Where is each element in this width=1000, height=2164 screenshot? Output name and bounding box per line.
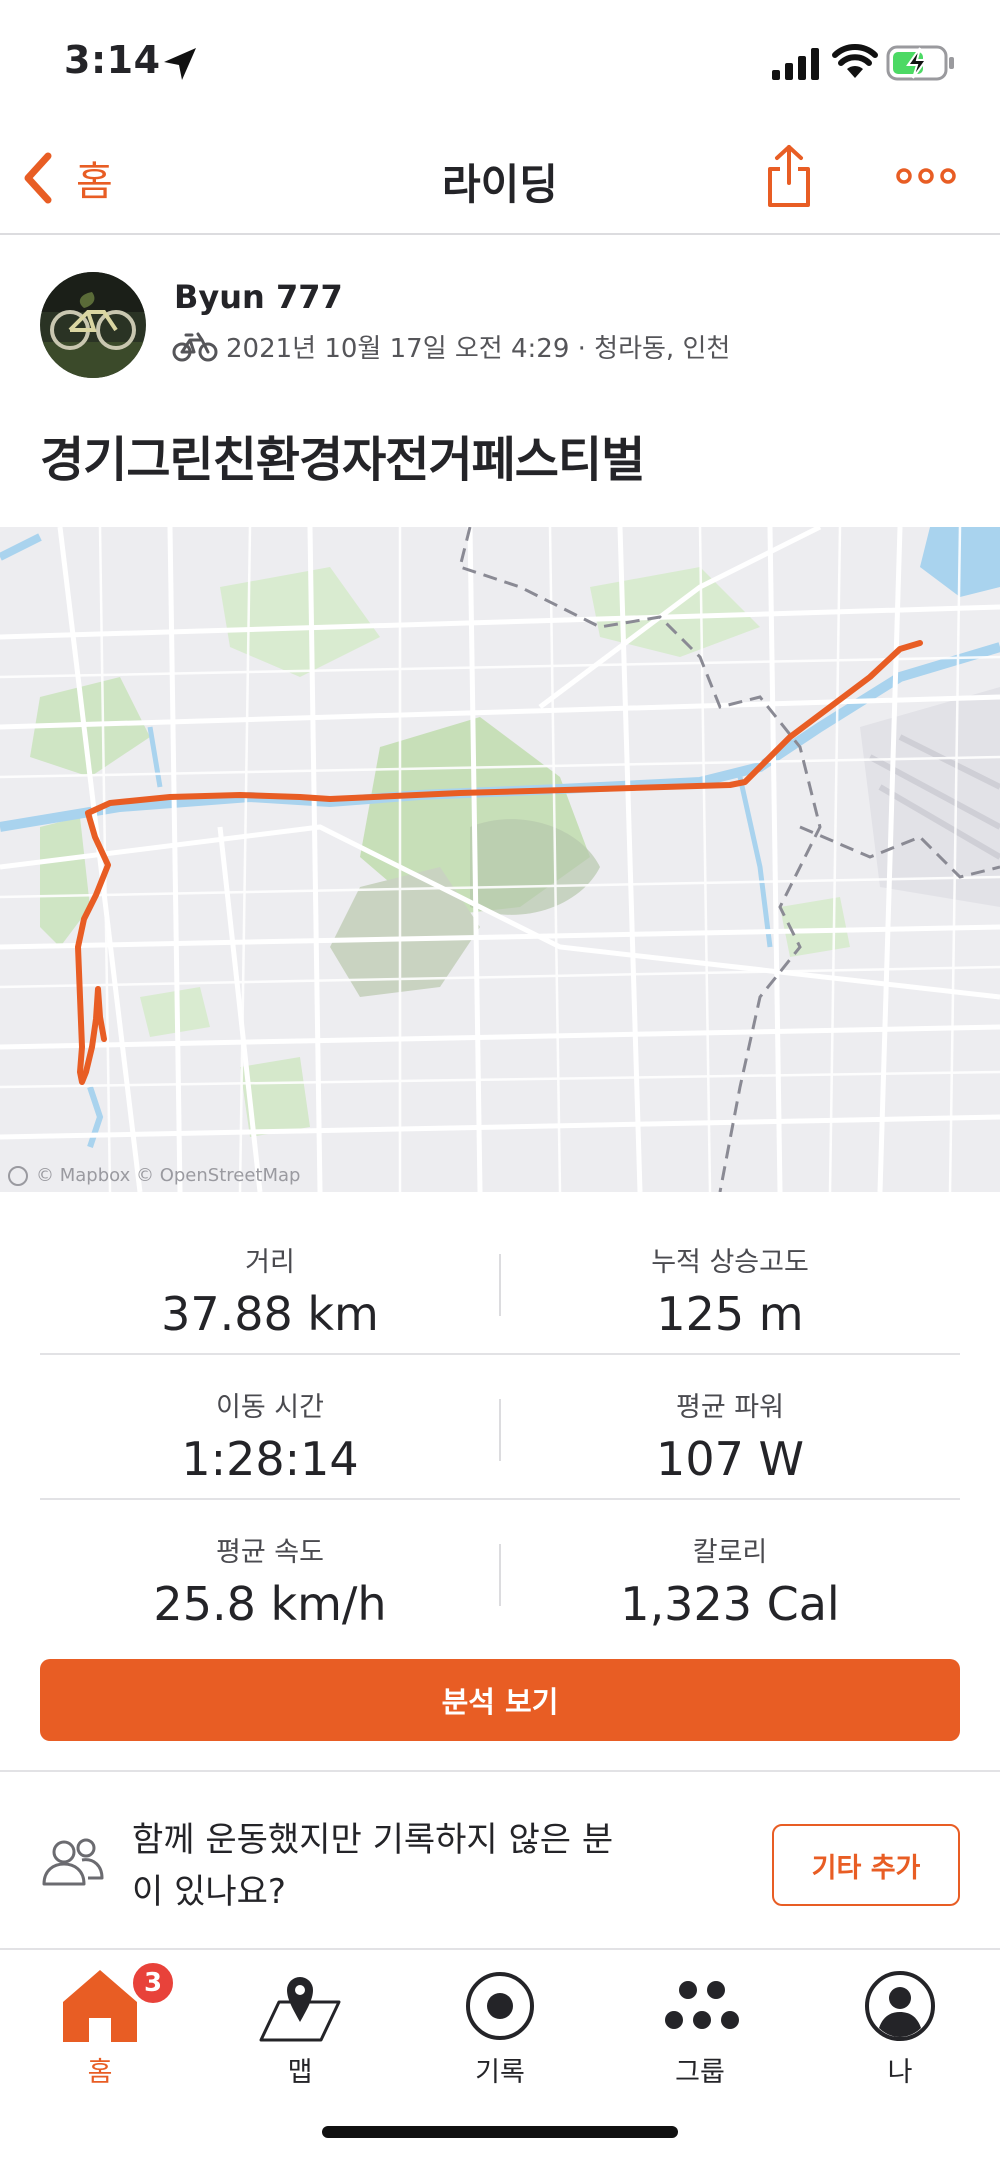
stat-value: 125 m	[656, 1287, 804, 1341]
home-indicator[interactable]	[322, 2126, 678, 2138]
group-icon	[665, 1981, 739, 2029]
record-icon	[466, 1972, 534, 2040]
athlete-name[interactable]: Byun 777	[174, 278, 343, 316]
info-icon[interactable]	[8, 1165, 28, 1186]
stat-row: 거리 37.88 km 누적 상승고도 125 m	[40, 1210, 960, 1355]
stat-calories: 칼로리 1,323 Cal	[500, 1500, 960, 1645]
tab-label: 기록	[475, 2057, 525, 2088]
route-map[interactable]: © Mapbox © OpenStreetMap	[0, 527, 1000, 1192]
bicycle-icon	[172, 332, 218, 362]
view-analysis-button[interactable]: 분석 보기	[40, 1659, 960, 1741]
avatar[interactable]	[40, 272, 146, 378]
stat-label: 누적 상승고도	[651, 1247, 809, 1278]
tab-groups[interactable]: 그룹	[600, 1958, 800, 2098]
activity-meta: 2021년 10월 17일 오전 4:29 · 청라동, 인천	[226, 334, 731, 364]
add-others-button[interactable]: 기타 추가	[772, 1824, 960, 1906]
map-attribution[interactable]: © Mapbox © OpenStreetMap	[8, 1165, 300, 1186]
stat-value: 1:28:14	[181, 1432, 359, 1486]
route-map-graphic	[0, 527, 1000, 1192]
profile-icon	[865, 1971, 935, 2041]
tab-label: 그룹	[675, 2057, 725, 2088]
stat-elevation-gain: 누적 상승고도 125 m	[500, 1210, 960, 1355]
stat-label: 칼로리	[692, 1537, 768, 1568]
stat-avg-power: 평균 파워 107 W	[500, 1355, 960, 1500]
tab-label: 홈	[87, 2057, 113, 2088]
tab-map[interactable]: 맵	[200, 1958, 400, 2098]
more-options-icon[interactable]	[896, 163, 956, 189]
stat-label: 거리	[245, 1247, 295, 1278]
status-time: 3:14	[64, 38, 161, 82]
stat-label: 이동 시간	[216, 1392, 324, 1423]
section-divider	[0, 1770, 1000, 1772]
status-bar: 3:14	[0, 0, 1000, 125]
add-others-prompt: 함께 운동했지만 기록하지 않은 분이 있나요?	[132, 1820, 614, 1912]
activity-stats: 거리 37.88 km 누적 상승고도 125 m 이동 시간 1:28:14 …	[40, 1210, 960, 1645]
wifi-icon	[832, 44, 878, 78]
share-icon[interactable]	[764, 143, 814, 209]
tab-record[interactable]: 기록	[400, 1958, 600, 2098]
tab-profile[interactable]: 나	[800, 1958, 1000, 2098]
page-title: 라이딩	[442, 160, 558, 209]
people-icon	[42, 1838, 104, 1886]
tab-home[interactable]: 3 홈	[0, 1958, 200, 2098]
stat-value: 25.8 km/h	[153, 1577, 387, 1631]
activity-title: 경기그린친환경자전거페스티벌	[40, 432, 645, 488]
map-pin-icon	[259, 1977, 341, 2042]
stat-row: 이동 시간 1:28:14 평균 파워 107 W	[40, 1355, 960, 1500]
nav-bar: 홈 라이딩	[0, 125, 1000, 235]
stat-row: 평균 속도 25.8 km/h 칼로리 1,323 Cal	[40, 1500, 960, 1645]
battery-charging-icon	[886, 45, 954, 81]
location-arrow-icon	[164, 48, 196, 80]
tab-label: 맵	[287, 2057, 313, 2088]
stat-avg-speed: 평균 속도 25.8 km/h	[40, 1500, 500, 1645]
stat-value: 1,323 Cal	[620, 1577, 840, 1631]
stat-value: 107 W	[656, 1432, 804, 1486]
stat-moving-time: 이동 시간 1:28:14	[40, 1355, 500, 1500]
notification-badge: 3	[130, 1960, 176, 2006]
tab-label: 나	[887, 2057, 913, 2088]
cellular-signal-icon	[772, 48, 819, 80]
stat-distance: 거리 37.88 km	[40, 1210, 500, 1355]
stat-value: 37.88 km	[161, 1287, 379, 1341]
stat-label: 평균 파워	[676, 1392, 784, 1423]
stat-label: 평균 속도	[216, 1537, 324, 1568]
